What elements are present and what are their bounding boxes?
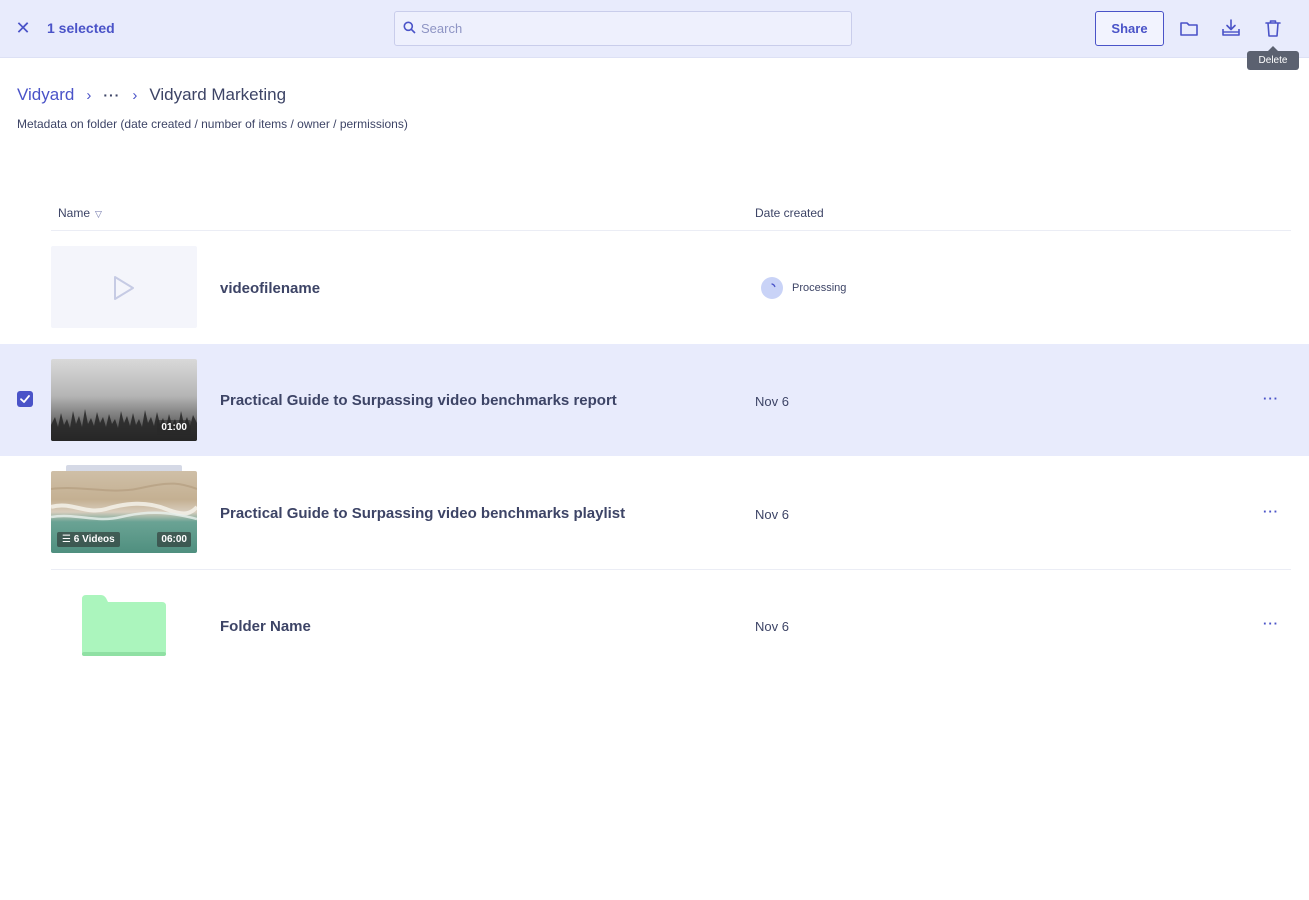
spinner-icon (761, 277, 783, 299)
breadcrumb-current: Vidyard Marketing (149, 85, 287, 104)
item-title[interactable]: Practical Guide to Surpassing video benc… (220, 505, 625, 522)
processing-label: Processing (792, 282, 847, 294)
header-divider (51, 230, 1291, 231)
breadcrumb-root[interactable]: Vidyard (17, 85, 74, 105)
download-icon[interactable] (1220, 17, 1242, 39)
play-icon (114, 276, 134, 300)
duration-badge: 01:00 (157, 420, 191, 435)
video-placeholder-thumbnail (51, 246, 197, 328)
column-header-date[interactable]: Date created (755, 206, 824, 220)
item-title[interactable]: videofilename (220, 280, 320, 297)
playlist-thumbnail: ☰ 6 Videos 06:00 (51, 471, 197, 553)
folder-icon[interactable] (1178, 17, 1200, 39)
processing-status: Processing (761, 277, 846, 299)
table-row[interactable]: 01:00 Practical Guide to Surpassing vide… (0, 344, 1309, 456)
selected-count: 1 selected (47, 20, 115, 36)
close-icon[interactable]: ✕ (14, 18, 32, 38)
search-input[interactable] (421, 12, 841, 45)
delete-tooltip: Delete (1247, 46, 1299, 70)
item-date: Nov 6 (755, 507, 789, 522)
more-options-icon[interactable]: ··· (1261, 616, 1281, 631)
breadcrumb-ellipsis[interactable]: ··· (103, 87, 120, 103)
item-title[interactable]: Practical Guide to Surpassing video benc… (220, 392, 617, 409)
item-title[interactable]: Folder Name (220, 618, 311, 635)
trash-icon[interactable] (1262, 17, 1284, 39)
duration-badge: 06:00 (157, 532, 191, 547)
selection-toolbar: ✕ 1 selected Share Delete (0, 0, 1309, 70)
more-options-icon[interactable]: ··· (1261, 504, 1281, 519)
video-count-badge: ☰ 6 Videos (57, 532, 120, 547)
column-header-name[interactable]: Name ▽ (58, 206, 102, 220)
playlist-icon: ☰ (62, 534, 74, 545)
search-box[interactable] (394, 11, 852, 46)
share-button[interactable]: Share (1095, 11, 1164, 46)
column-header-name-label: Name (58, 206, 91, 220)
sort-down-icon[interactable]: ▽ (95, 209, 102, 219)
table-row[interactable]: videofilename Processing (0, 232, 1309, 344)
folder-metadata: Metadata on folder (date created / numbe… (17, 117, 408, 131)
video-thumbnail: 01:00 (51, 359, 197, 441)
search-icon (403, 21, 416, 34)
item-date: Nov 6 (755, 394, 789, 409)
folder-icon (82, 595, 166, 656)
checkmark-icon (20, 395, 30, 403)
video-count-label: 6 Videos (73, 534, 115, 545)
item-date: Nov 6 (755, 619, 789, 634)
table-row[interactable]: ☰ 6 Videos 06:00 Practical Guide to Surp… (0, 457, 1309, 569)
table-row[interactable]: Folder Name Nov 6 ··· (0, 570, 1309, 682)
chevron-right-icon: › (132, 86, 138, 104)
row-checkbox[interactable] (17, 391, 33, 407)
breadcrumb: Vidyard › ··· › Vidyard Marketing (17, 84, 286, 106)
chevron-right-icon: › (86, 86, 92, 104)
more-options-icon[interactable]: ··· (1261, 391, 1281, 406)
